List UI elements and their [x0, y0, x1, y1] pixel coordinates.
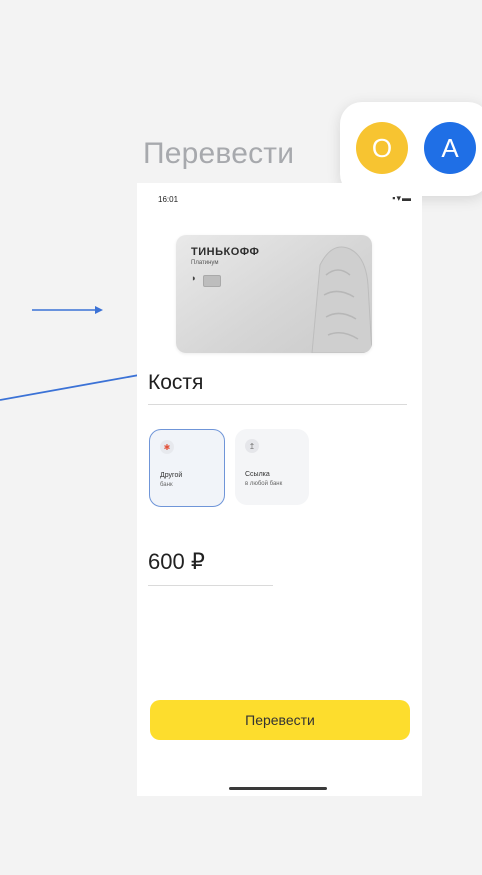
avatar-a[interactable]: A	[424, 122, 476, 174]
card-tier: Платинум	[191, 260, 219, 266]
amount-divider	[148, 585, 273, 586]
bank-icon: ✱	[160, 440, 174, 454]
bank-card[interactable]: ТИНЬКОФФ Платинум ◗	[176, 235, 372, 353]
card-emblem-icon	[311, 246, 372, 353]
status-time: 16:01	[158, 195, 179, 204]
option-label: Ссылка	[245, 471, 270, 478]
avatar-o[interactable]: O	[356, 122, 408, 174]
recipient-divider	[148, 404, 407, 405]
avatar-group: O A	[340, 102, 482, 196]
home-indicator[interactable]	[229, 787, 327, 790]
transfer-button[interactable]: Перевести	[150, 700, 410, 740]
link-icon: ↥	[245, 439, 259, 453]
option-label: Другой	[160, 472, 183, 479]
option-link[interactable]: ↥ Ссылка в любой банк	[235, 429, 309, 505]
card-chip-icon	[203, 275, 221, 287]
phone-screen: 16:01 ▪▾▬ ТИНЬКОФФ Платинум ◗ Костя ✱ Др…	[137, 183, 422, 796]
contactless-icon: ◗	[191, 273, 197, 283]
arrow-head-icon	[95, 306, 103, 314]
amount-input[interactable]: 600 ₽	[148, 549, 205, 575]
status-icons: ▪▾▬	[392, 193, 412, 203]
option-sublabel: в любой банк	[245, 481, 283, 487]
option-other-bank[interactable]: ✱ Другой банк	[149, 429, 225, 507]
card-brand: ТИНЬКОФФ	[191, 246, 260, 258]
recipient-name[interactable]: Костя	[148, 371, 203, 395]
option-sublabel: банк	[160, 482, 173, 488]
page-title: Перевести	[143, 137, 295, 170]
